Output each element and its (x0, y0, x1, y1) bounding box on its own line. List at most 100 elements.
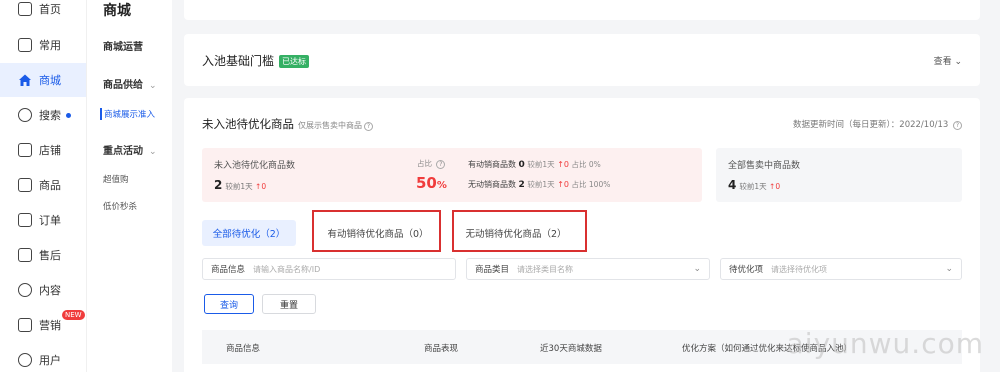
inactive-label: 无动销商品数 (468, 180, 516, 189)
info-icon[interactable]: ? (436, 160, 446, 169)
nav-item-label: 商品 (39, 179, 61, 192)
nav-item-label: 用户 (39, 354, 61, 367)
subnav-item-operations[interactable]: 商城运营 (103, 38, 143, 53)
filter-placeholder: 请选择类目名称 (517, 264, 574, 274)
marketing-icon (18, 318, 32, 332)
user-icon (18, 353, 32, 367)
filter-label: 商品信息 (211, 265, 246, 275)
filter-placeholder: 请输入商品名称/ID (253, 264, 321, 274)
delta-text: ↑0 (769, 182, 781, 191)
chevron-down-icon: ⌄ (954, 57, 962, 67)
subnav-label: 重点活动 (103, 146, 143, 157)
stat-card-total: 全部售卖中商品数 4 较前1天 ↑0 (716, 148, 962, 202)
chevron-down-icon: ⌄ (149, 81, 157, 91)
nav-item-user[interactable]: 用户 (0, 343, 86, 372)
nav-item-product[interactable]: 商品 (0, 168, 86, 202)
stat-value-number: 4 (728, 178, 737, 192)
subnav-label: 商城运营 (103, 42, 143, 53)
nav-item-label: 内容 (39, 284, 61, 297)
inactive-pct: 占比 100% (571, 180, 611, 189)
subnav-link-display-access[interactable]: 商城展示准入 (100, 108, 155, 120)
filter-label: 商品类目 (475, 265, 510, 275)
top-strip (184, 0, 980, 20)
aftersale-icon (18, 248, 32, 262)
active-value: 0 (518, 160, 525, 170)
filter-label: 待优化项 (729, 265, 764, 275)
view-button[interactable]: 查看 ⌄ (934, 54, 962, 67)
shop-icon (18, 143, 32, 157)
compare-text: 较前1天 (225, 182, 253, 191)
inactive-stat: 无动销商品数 2 较前1天 ↑0 占比 100% (468, 179, 610, 190)
nav-item-label: 售后 (39, 249, 61, 262)
nav-item-marketing[interactable]: 营销 NEW (0, 308, 86, 342)
chevron-down-icon: ⌄ (945, 264, 953, 274)
compare-text: 较前1天 (739, 182, 767, 191)
nav-item-order[interactable]: 订单 (0, 203, 86, 237)
active-pct: 占比 0% (571, 160, 601, 169)
nav-item-store[interactable]: 商城 (0, 63, 86, 97)
reset-button[interactable]: 重置 (262, 294, 316, 314)
nav-item-common[interactable]: 常用 (0, 28, 86, 62)
chevron-down-icon: ⌄ (149, 147, 157, 157)
info-icon[interactable]: ? (364, 122, 373, 131)
stat-value: 4 较前1天 ↑0 (728, 178, 780, 192)
view-label: 查看 (933, 57, 952, 67)
opt-title-text: 未入池待优化商品 (202, 117, 294, 131)
pct-value: 50% (416, 174, 447, 192)
nav-item-label: 首页 (39, 3, 61, 16)
pool-title-text: 入池基础门槛 (202, 54, 275, 68)
highlight-box (452, 210, 587, 252)
nav-item-shop[interactable]: 店铺 (0, 133, 86, 167)
pct-number: 50 (416, 174, 437, 192)
subnav-link-flash-sale[interactable]: 低价秒杀 (103, 200, 137, 212)
update-time-text: 数据更新时间（每日更新）：2022/10/13 (793, 120, 949, 130)
stat-value-number: 2 (214, 178, 223, 192)
secondary-nav: 商城 商城运营 商品供给 ⌄ 商城展示准入 重点活动 ⌄ 超值购 低价秒杀 (86, 0, 172, 372)
nav-item-content[interactable]: 内容 (0, 273, 86, 307)
inactive-delta: ↑0 (557, 180, 569, 189)
nav-item-search[interactable]: 搜索 (0, 98, 86, 132)
stat-card-pending: 未入池待优化商品数 2 较前1天 ↑0 占比 ? 50% 有动销商品数 0 较前1… (202, 148, 702, 202)
nav-item-home[interactable]: 首页 (0, 0, 86, 26)
new-badge: NEW (62, 310, 85, 320)
product-info-input[interactable]: 商品信息 请输入商品名称/ID (202, 258, 456, 280)
nav-item-aftersale[interactable]: 售后 (0, 238, 86, 272)
query-button[interactable]: 查询 (204, 294, 254, 314)
column-header: 商品表现 (424, 344, 459, 354)
store-icon (19, 74, 31, 86)
pool-title: 入池基础门槛 已达标 (202, 52, 310, 69)
nav-item-label: 商城 (39, 74, 61, 87)
tab-all-pending[interactable]: 全部待优化（2） (202, 220, 296, 246)
subnav-item-key-activity[interactable]: 重点活动 ⌄ (103, 142, 157, 157)
category-select[interactable]: 商品类目 请选择类目名称 ⌄ (466, 258, 710, 280)
subnav-link-value-buy[interactable]: 超值购 (103, 173, 129, 185)
bookmark-icon (18, 38, 32, 52)
nav-item-label: 常用 (39, 39, 61, 52)
product-icon (18, 178, 32, 192)
active-stat: 有动销商品数 0 较前1天 ↑0 占比 0% (468, 159, 601, 170)
watermark: aiyunwu.com (786, 327, 984, 360)
content-icon (18, 283, 32, 297)
delta-text: ↑0 (255, 182, 267, 191)
inactive-compare: 较前1天 (527, 180, 555, 189)
filter-placeholder: 请选择待优化项 (771, 264, 828, 274)
chevron-down-icon: ⌄ (693, 264, 701, 274)
pct-unit: % (436, 180, 447, 191)
app-root: 首页 常用 商城 搜索 店铺 商品 订单 售后 内容 营销 NEW 用户 商城 … (0, 0, 1000, 372)
optimize-item-select[interactable]: 待优化项 请选择待优化项 ⌄ (720, 258, 962, 280)
opt-title: 未入池待优化商品 仅展示售卖中商品? (202, 116, 373, 132)
subnav-title: 商城 (103, 3, 131, 19)
home-icon (18, 2, 32, 16)
subnav-item-supply[interactable]: 商品供给 ⌄ (103, 76, 157, 91)
primary-nav: 首页 常用 商城 搜索 店铺 商品 订单 售后 内容 营销 NEW 用户 (0, 0, 86, 372)
active-compare: 较前1天 (527, 160, 555, 169)
main-content: 入池基础门槛 已达标 查看 ⌄ 未入池待优化商品 仅展示售卖中商品? 数据更新时间（… (172, 0, 1000, 372)
status-badge: 已达标 (279, 55, 310, 68)
stat-compare: 较前1天 ↑0 (225, 182, 266, 191)
pct-label: 占比 ? (417, 158, 446, 169)
active-delta: ↑0 (557, 160, 569, 169)
nav-item-label: 营销 (39, 319, 61, 332)
active-label: 有动销商品数 (468, 160, 516, 169)
search-icon (18, 108, 32, 122)
info-icon[interactable]: ? (953, 121, 962, 130)
